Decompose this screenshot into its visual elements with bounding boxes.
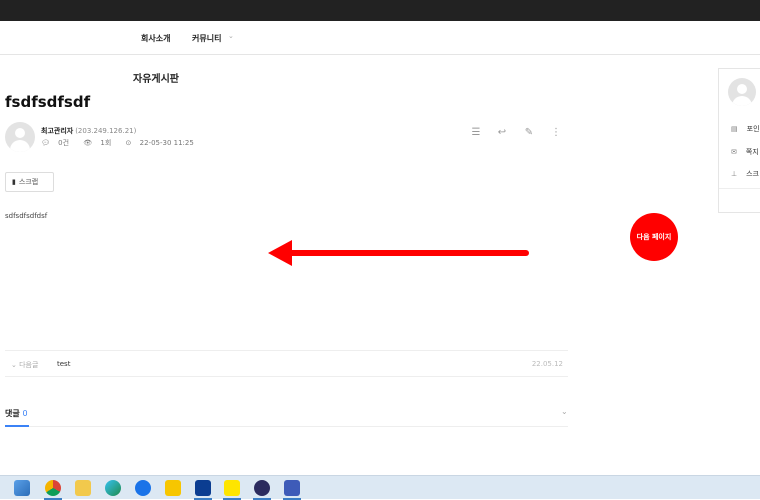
avatar-body-shape: [732, 96, 752, 106]
chevron-down-icon[interactable]: ⌄: [228, 32, 234, 40]
comments-count: 0: [22, 409, 28, 418]
view-count: 👁︎ 1회: [83, 139, 112, 147]
scrap-button[interactable]: ▮ 스크랩: [5, 172, 54, 192]
folder-icon[interactable]: [75, 480, 91, 496]
side-item-point[interactable]: ▤ 포인: [731, 124, 760, 134]
board-title: 자유게시판: [133, 74, 179, 85]
comments-divider: [5, 426, 568, 427]
author-ip: (203.249.126.21): [75, 127, 137, 135]
nav-item-company[interactable]: 회사소개: [141, 33, 170, 44]
chevron-down-icon: ⌄: [11, 361, 17, 369]
author-name[interactable]: 최고관리자: [41, 127, 73, 135]
author-info: 최고관리자 (203.249.126.21): [41, 126, 136, 136]
post-content: sdfsdfsdfdsf: [5, 212, 48, 220]
comments-header[interactable]: 댓글 0: [5, 408, 28, 419]
edit-icon[interactable]: ✎: [522, 126, 536, 140]
annotation-arrow: [268, 240, 529, 266]
next-page-button[interactable]: 다음 페이지: [630, 213, 678, 261]
chevron-down-icon[interactable]: ⌄: [561, 407, 568, 416]
avatar-head-shape: [15, 128, 25, 138]
app-icon[interactable]: [135, 480, 151, 496]
mail-icon: ✉: [731, 148, 737, 156]
arrow-head: [268, 240, 292, 266]
side-divider: [719, 188, 760, 189]
edge-icon[interactable]: [105, 480, 121, 496]
chrome-icon[interactable]: [45, 480, 61, 496]
kakaotalk-icon[interactable]: [224, 480, 240, 496]
app-icon-2[interactable]: [254, 480, 270, 496]
post-datetime: ⊙ 22-05-30 11:25: [125, 139, 194, 147]
next-post-date: 22.05.12: [531, 360, 563, 368]
reply-icon[interactable]: ↩: [495, 126, 509, 140]
author-avatar[interactable]: [5, 122, 35, 152]
comment-count: 💬︎ 0건: [41, 139, 70, 147]
taskbar: [0, 475, 760, 500]
next-post-label: ⌄ 다음글: [11, 361, 39, 369]
side-item-memo[interactable]: ✉ 쪽지: [731, 147, 759, 157]
coin-icon: ▤: [731, 125, 738, 133]
main-nav: 회사소개 커뮤니티 ⌄: [0, 21, 760, 55]
side-item-scrap[interactable]: ⊥ 스크: [731, 169, 759, 179]
clock-icon: ⊙: [125, 139, 132, 147]
comments-label: 댓글: [5, 409, 20, 418]
avatar-head-shape: [737, 84, 747, 94]
pin-icon: ⊥: [731, 170, 738, 178]
top-bar: [0, 0, 760, 21]
post-meta: 💬︎ 0건 👁︎ 1회 ⊙ 22-05-30 11:25: [41, 138, 206, 148]
scrap-label: 스크랩: [18, 178, 39, 186]
next-post-row[interactable]: ⌄ 다음글 test 22.05.12: [5, 350, 568, 377]
more-icon[interactable]: ⋮: [549, 126, 563, 140]
app-icon-3[interactable]: [284, 480, 300, 496]
comment-icon: 💬︎: [41, 139, 50, 147]
comments-tab-underline: [5, 425, 29, 427]
bookmark-icon: ▮: [12, 178, 16, 186]
list-icon[interactable]: ☰: [469, 126, 483, 140]
sticky-notes-icon[interactable]: [165, 480, 181, 496]
file-explorer-icon[interactable]: [14, 480, 30, 496]
eye-icon: 👁︎: [83, 139, 93, 147]
side-profile-panel: ▤ 포인 ✉ 쪽지 ⊥ 스크: [718, 68, 760, 213]
nav-item-community[interactable]: 커뮤니티: [192, 33, 221, 44]
terminal-icon[interactable]: [195, 480, 211, 496]
side-avatar[interactable]: [728, 78, 756, 106]
avatar-body-shape: [10, 140, 30, 152]
next-post-title[interactable]: test: [57, 360, 70, 368]
post-title: fsdfsdfsdf: [5, 93, 91, 111]
